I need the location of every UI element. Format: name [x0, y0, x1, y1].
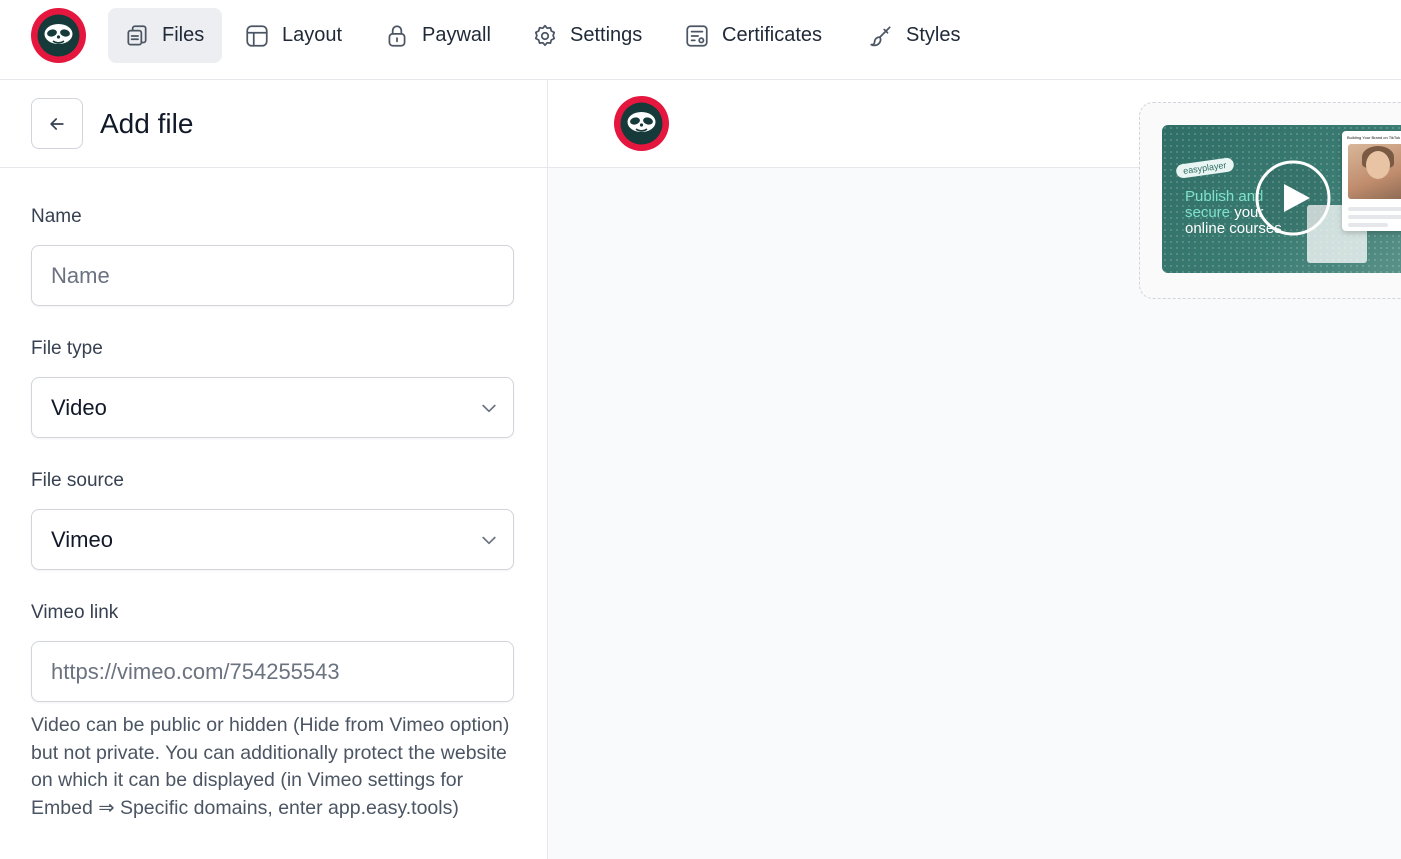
top-nav: Files Layout Paywall Settings Certificat… [0, 0, 1401, 80]
help-text: Video can be public or hidden (Hide from… [31, 714, 510, 819]
layout-icon [246, 24, 268, 47]
gear-icon [534, 24, 556, 46]
file-source-select[interactable]: Vimeo [31, 509, 514, 570]
nav-paywall[interactable]: Paywall [368, 8, 507, 63]
video-preview-card: Building Your Brand on TikTok easyplayer… [1139, 102, 1401, 299]
preview-logo [614, 96, 669, 151]
nav-certificates[interactable]: Certificates [668, 8, 838, 63]
nav-label: Settings [570, 24, 643, 46]
file-type-select[interactable]: Video [31, 377, 514, 438]
nav-files[interactable]: Files [108, 8, 222, 63]
play-icon[interactable] [1255, 160, 1331, 236]
vimeo-link-input[interactable] [51, 658, 494, 685]
page-title: Add file [100, 108, 194, 139]
arrow-left-icon [50, 117, 64, 130]
lock-icon [388, 24, 406, 47]
file-type-value: Video [51, 394, 107, 420]
vimeo-link-wrapper [31, 641, 514, 702]
chevron-down-icon [482, 404, 496, 413]
nav-label: Layout [282, 24, 343, 46]
video-thumbnail[interactable]: Building Your Brand on TikTok easyplayer… [1162, 125, 1401, 273]
app-logo[interactable] [31, 8, 86, 63]
chevron-down-icon [482, 536, 496, 545]
back-button[interactable] [31, 98, 83, 149]
mock-card-heading: Building Your Brand on TikTok [1347, 135, 1401, 140]
nav-layout[interactable]: Layout [228, 8, 358, 63]
name-field-wrapper [31, 245, 514, 306]
nav-label: Certificates [722, 24, 823, 46]
name-label: Name [31, 206, 82, 227]
nav-label: Paywall [422, 24, 491, 46]
nav-label: Styles [906, 24, 961, 46]
vimeo-link-label: Vimeo link [31, 602, 119, 623]
files-icon [127, 24, 147, 46]
mock-photo [1348, 144, 1401, 199]
brush-icon [870, 25, 891, 46]
nav-styles[interactable]: Styles [852, 8, 976, 63]
nav-settings[interactable]: Settings [516, 8, 658, 63]
name-input[interactable] [51, 262, 494, 289]
nav-label: Files [162, 24, 205, 46]
add-file-panel: Add file Name File type Video File sourc… [0, 80, 548, 859]
certificate-icon [686, 24, 708, 47]
panel-header: Add file [0, 80, 547, 168]
mock-course-card: Building Your Brand on TikTok [1342, 131, 1401, 231]
file-type-label: File type [31, 338, 103, 359]
file-source-label: File source [31, 470, 124, 491]
file-source-value: Vimeo [51, 526, 113, 552]
preview-area: Building Your Brand on TikTok easyplayer… [548, 80, 1401, 859]
